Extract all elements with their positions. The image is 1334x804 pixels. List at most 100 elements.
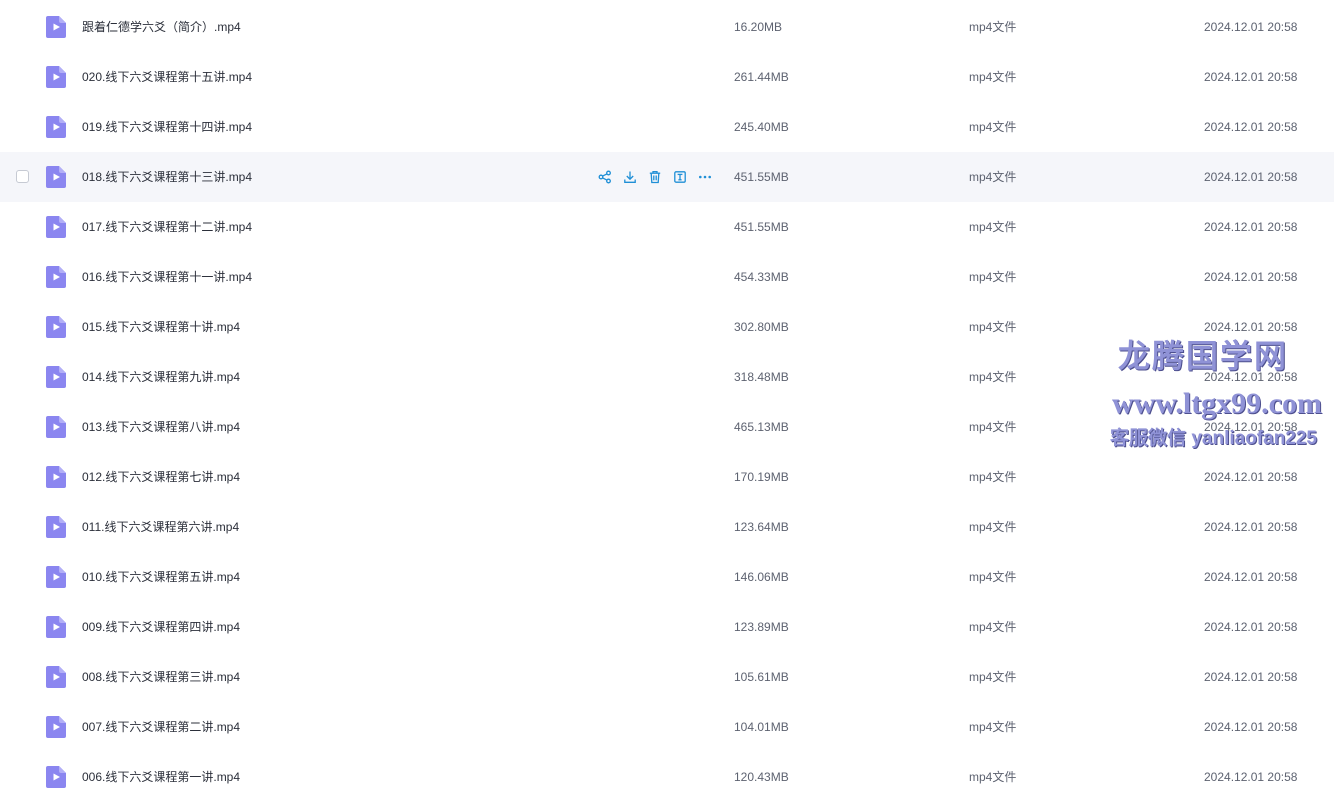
file-modified-date: 2024.12.01 20:58 bbox=[1204, 320, 1298, 334]
video-file-icon bbox=[46, 766, 66, 788]
video-file-icon bbox=[46, 516, 66, 538]
row-actions bbox=[596, 168, 714, 186]
file-name[interactable]: 013.线下六爻课程第八讲.mp4 bbox=[82, 402, 240, 452]
delete-icon[interactable] bbox=[646, 168, 664, 186]
file-size: 454.33MB bbox=[734, 270, 789, 284]
file-row[interactable]: 012.线下六爻课程第七讲.mp4 170.19MB mp4文件 2024.12.01… bbox=[0, 452, 1334, 502]
video-file-icon bbox=[46, 166, 66, 188]
file-name[interactable]: 跟着仁德学六爻（简介）.mp4 bbox=[82, 2, 241, 52]
file-row[interactable]: 007.线下六爻课程第二讲.mp4 104.01MB mp4文件 2024.12.01… bbox=[0, 702, 1334, 752]
file-modified-date: 2024.12.01 20:58 bbox=[1204, 70, 1298, 84]
file-type: mp4文件 bbox=[969, 370, 1017, 384]
video-file-icon bbox=[46, 316, 66, 338]
file-modified-date: 2024.12.01 20:58 bbox=[1204, 620, 1298, 634]
file-name[interactable]: 020.线下六爻课程第十五讲.mp4 bbox=[82, 52, 252, 102]
file-modified-date: 2024.12.01 20:58 bbox=[1204, 570, 1298, 584]
file-size: 123.64MB bbox=[734, 520, 789, 534]
file-size: 16.20MB bbox=[734, 20, 783, 34]
file-size: 451.55MB bbox=[734, 170, 789, 184]
file-modified-date: 2024.12.01 20:58 bbox=[1204, 170, 1298, 184]
file-row[interactable]: 015.线下六爻课程第十讲.mp4 302.80MB mp4文件 2024.12.01… bbox=[0, 302, 1334, 352]
file-name[interactable]: 017.线下六爻课程第十二讲.mp4 bbox=[82, 202, 252, 252]
file-name[interactable]: 007.线下六爻课程第二讲.mp4 bbox=[82, 702, 240, 752]
file-name[interactable]: 016.线下六爻课程第十一讲.mp4 bbox=[82, 252, 252, 302]
file-row[interactable]: 跟着仁德学六爻（简介）.mp4 16.20MB mp4文件 2024.12.01 20… bbox=[0, 2, 1334, 52]
file-size: 318.48MB bbox=[734, 370, 789, 384]
file-row[interactable]: 010.线下六爻课程第五讲.mp4 146.06MB mp4文件 2024.12.01… bbox=[0, 552, 1334, 602]
file-row[interactable]: 020.线下六爻课程第十五讲.mp4 261.44MB mp4文件 2024.12.0… bbox=[0, 52, 1334, 102]
download-icon[interactable] bbox=[621, 168, 639, 186]
file-type: mp4文件 bbox=[969, 170, 1017, 184]
file-type: mp4文件 bbox=[969, 70, 1017, 84]
file-name[interactable]: 008.线下六爻课程第三讲.mp4 bbox=[82, 652, 240, 702]
rename-icon[interactable] bbox=[671, 168, 689, 186]
video-file-icon bbox=[46, 616, 66, 638]
file-name[interactable]: 009.线下六爻课程第四讲.mp4 bbox=[82, 602, 240, 652]
file-type: mp4文件 bbox=[969, 420, 1017, 434]
video-file-icon bbox=[46, 66, 66, 88]
video-file-icon bbox=[46, 416, 66, 438]
file-row[interactable]: 008.线下六爻课程第三讲.mp4 105.61MB mp4文件 2024.12.01… bbox=[0, 652, 1334, 702]
file-type: mp4文件 bbox=[969, 520, 1017, 534]
file-name[interactable]: 014.线下六爻课程第九讲.mp4 bbox=[82, 352, 240, 402]
file-name[interactable]: 012.线下六爻课程第七讲.mp4 bbox=[82, 452, 240, 502]
video-file-icon bbox=[46, 366, 66, 388]
file-modified-date: 2024.12.01 20:58 bbox=[1204, 270, 1298, 284]
video-file-icon bbox=[46, 566, 66, 588]
file-type: mp4文件 bbox=[969, 620, 1017, 634]
file-row[interactable]: 019.线下六爻课程第十四讲.mp4 245.40MB mp4文件 2024.12.0… bbox=[0, 102, 1334, 152]
file-row[interactable]: 009.线下六爻课程第四讲.mp4 123.89MB mp4文件 2024.12.01… bbox=[0, 602, 1334, 652]
video-file-icon bbox=[46, 716, 66, 738]
file-modified-date: 2024.12.01 20:58 bbox=[1204, 720, 1298, 734]
file-name[interactable]: 010.线下六爻课程第五讲.mp4 bbox=[82, 552, 240, 602]
file-row[interactable]: 016.线下六爻课程第十一讲.mp4 454.33MB mp4文件 2024.12.0… bbox=[0, 252, 1334, 302]
video-file-icon bbox=[46, 16, 66, 38]
file-name[interactable]: 011.线下六爻课程第六讲.mp4 bbox=[82, 502, 239, 552]
video-file-icon bbox=[46, 666, 66, 688]
file-type: mp4文件 bbox=[969, 320, 1017, 334]
file-modified-date: 2024.12.01 20:58 bbox=[1204, 470, 1298, 484]
file-type: mp4文件 bbox=[969, 20, 1017, 34]
video-file-icon bbox=[46, 466, 66, 488]
file-row[interactable]: 006.线下六爻课程第一讲.mp4 120.43MB mp4文件 2024.12.01… bbox=[0, 752, 1334, 802]
file-type: mp4文件 bbox=[969, 470, 1017, 484]
file-size: 261.44MB bbox=[734, 70, 789, 84]
file-size: 105.61MB bbox=[734, 670, 789, 684]
video-file-icon bbox=[46, 116, 66, 138]
file-name[interactable]: 018.线下六爻课程第十三讲.mp4 bbox=[82, 152, 252, 202]
file-name[interactable]: 019.线下六爻课程第十四讲.mp4 bbox=[82, 102, 252, 152]
file-size: 451.55MB bbox=[734, 220, 789, 234]
file-type: mp4文件 bbox=[969, 220, 1017, 234]
file-name[interactable]: 015.线下六爻课程第十讲.mp4 bbox=[82, 302, 240, 352]
file-size: 146.06MB bbox=[734, 570, 789, 584]
file-row[interactable]: 014.线下六爻课程第九讲.mp4 318.48MB mp4文件 2024.12.01… bbox=[0, 352, 1334, 402]
file-type: mp4文件 bbox=[969, 120, 1017, 134]
file-modified-date: 2024.12.01 20:58 bbox=[1204, 120, 1298, 134]
file-list: 跟着仁德学六爻（简介）.mp4 16.20MB mp4文件 2024.12.01 20… bbox=[0, 0, 1334, 804]
file-name[interactable]: 006.线下六爻课程第一讲.mp4 bbox=[82, 752, 240, 802]
file-modified-date: 2024.12.01 20:58 bbox=[1204, 670, 1298, 684]
file-modified-date: 2024.12.01 20:58 bbox=[1204, 420, 1298, 434]
share-icon[interactable] bbox=[596, 168, 614, 186]
video-file-icon bbox=[46, 216, 66, 238]
file-size: 245.40MB bbox=[734, 120, 789, 134]
file-size: 465.13MB bbox=[734, 420, 789, 434]
video-file-icon bbox=[46, 266, 66, 288]
file-row[interactable]: 017.线下六爻课程第十二讲.mp4 451.55MB mp4文件 2024.12.0… bbox=[0, 202, 1334, 252]
row-checkbox[interactable] bbox=[16, 170, 29, 183]
file-type: mp4文件 bbox=[969, 670, 1017, 684]
file-modified-date: 2024.12.01 20:58 bbox=[1204, 220, 1298, 234]
file-type: mp4文件 bbox=[969, 570, 1017, 584]
file-row[interactable]: 013.线下六爻课程第八讲.mp4 465.13MB mp4文件 2024.12.01… bbox=[0, 402, 1334, 452]
file-size: 120.43MB bbox=[734, 770, 789, 784]
file-modified-date: 2024.12.01 20:58 bbox=[1204, 770, 1298, 784]
file-size: 104.01MB bbox=[734, 720, 789, 734]
file-row[interactable]: 011.线下六爻课程第六讲.mp4 123.64MB mp4文件 2024.12.01… bbox=[0, 502, 1334, 552]
more-icon[interactable] bbox=[696, 168, 714, 186]
file-modified-date: 2024.12.01 20:58 bbox=[1204, 370, 1298, 384]
file-row[interactable]: 018.线下六爻课程第十三讲.mp4 451.55MB mp4文件 2024.12.0… bbox=[0, 152, 1334, 202]
file-modified-date: 2024.12.01 20:58 bbox=[1204, 20, 1298, 34]
file-type: mp4文件 bbox=[969, 720, 1017, 734]
file-size: 123.89MB bbox=[734, 620, 789, 634]
file-type: mp4文件 bbox=[969, 770, 1017, 784]
